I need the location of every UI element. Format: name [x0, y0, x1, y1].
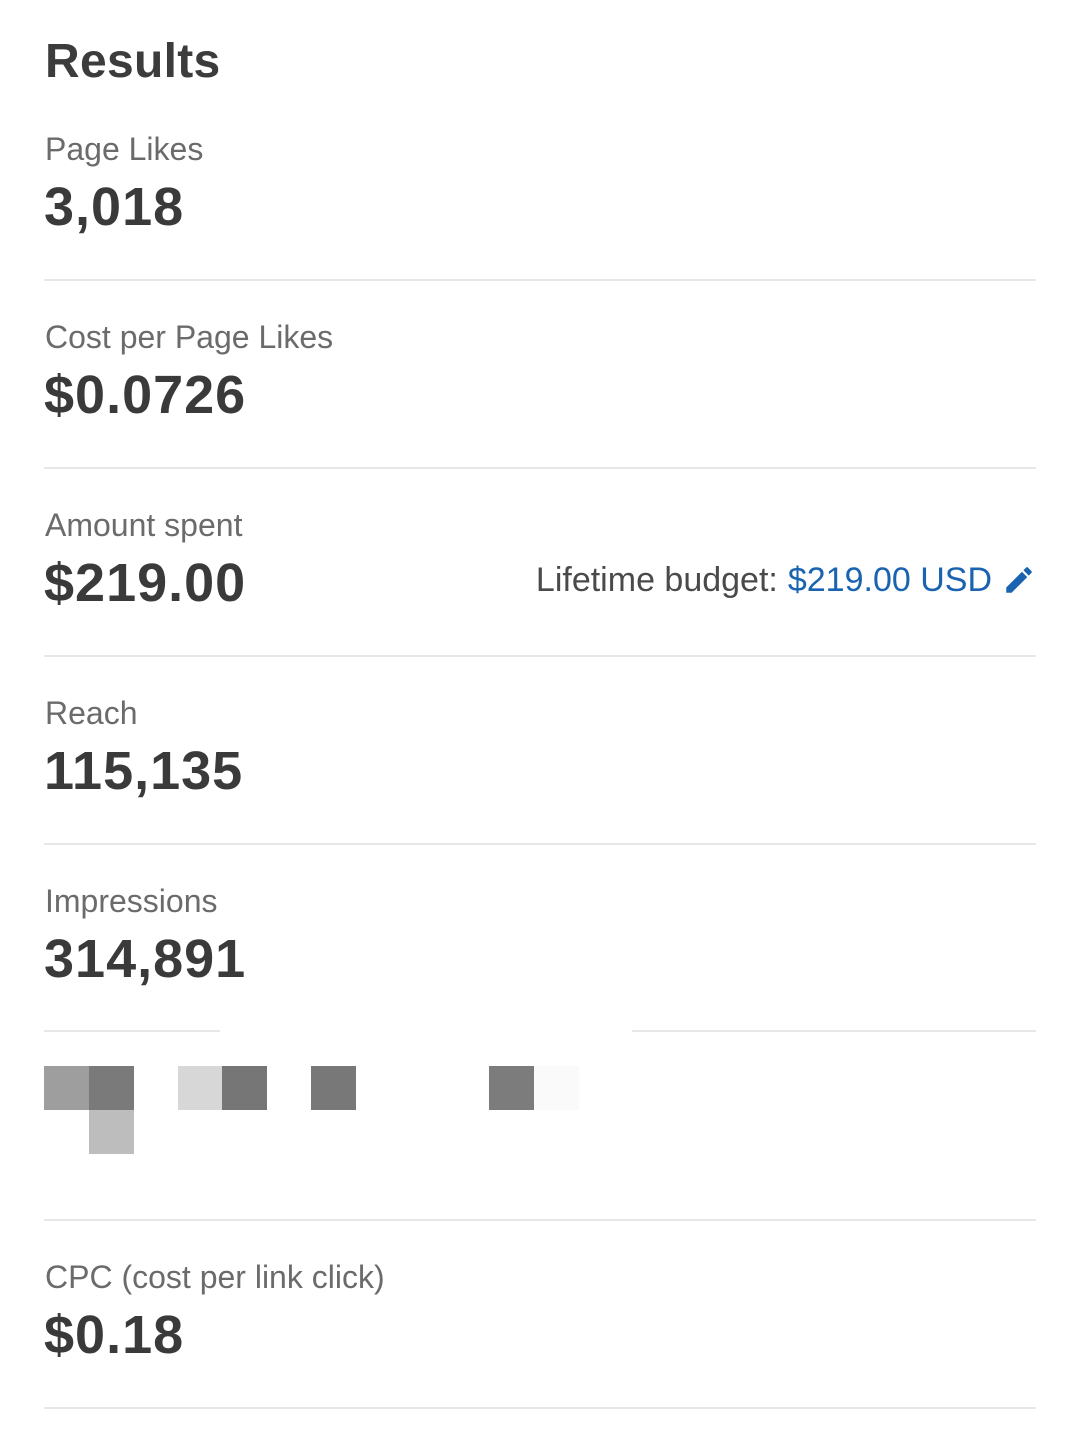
divider [44, 1030, 220, 1032]
redaction-block [89, 1110, 134, 1154]
metric-label: Amount spent [45, 507, 243, 543]
divider [44, 467, 1036, 469]
divider [44, 843, 1036, 845]
redaction-block [89, 1066, 134, 1110]
metric-page-likes: Page Likes 3,018 [44, 130, 1036, 318]
metric-amount-spent: Amount spent $219.00 Lifetime budget: $2… [44, 506, 1036, 694]
lifetime-budget-label: Lifetime budget: [535, 561, 778, 599]
redaction-block [44, 1066, 89, 1110]
metric-value: 115,135 [44, 741, 244, 801]
metric-cpc: CPC (cost per link click) $0.18 [44, 1258, 1036, 1446]
redaction-block [311, 1066, 356, 1110]
divider [44, 1219, 1036, 1221]
lifetime-budget-amount[interactable]: $219.00 USD [788, 560, 992, 600]
divider [44, 279, 1036, 281]
results-panel: Results Page Likes 3,018 Cost per Page L… [44, 0, 1036, 1428]
redaction-block [489, 1066, 534, 1110]
metric-value: 3,018 [44, 177, 185, 237]
metric-label: CPC (cost per link click) [45, 1259, 385, 1295]
lifetime-budget[interactable]: Lifetime budget: $219.00 USD [536, 560, 1036, 600]
metric-label: Reach [45, 695, 138, 731]
redaction-block [178, 1066, 223, 1110]
metric-reach: Reach 115,135 [44, 694, 1036, 882]
pixelated-redaction [44, 1066, 584, 1176]
pencil-edit-icon[interactable] [1002, 563, 1036, 597]
divider [632, 1030, 1036, 1032]
metric-value: $0.0726 [44, 365, 247, 425]
page-title: Results [45, 35, 221, 88]
metric-label: Impressions [45, 883, 218, 919]
metric-value: 314,891 [44, 929, 247, 989]
divider [44, 655, 1036, 657]
metric-label: Cost per Page Likes [45, 319, 334, 355]
metric-label: Page Likes [45, 131, 204, 167]
metric-impressions: Impressions 314,891 [44, 882, 1036, 1070]
divider [44, 1407, 1036, 1409]
redaction-block [222, 1066, 267, 1110]
metric-value: $219.00 [44, 553, 247, 613]
metric-value: $0.18 [44, 1305, 185, 1365]
redaction-block [534, 1066, 579, 1110]
metric-cost-per-page-likes: Cost per Page Likes $0.0726 [44, 318, 1036, 506]
